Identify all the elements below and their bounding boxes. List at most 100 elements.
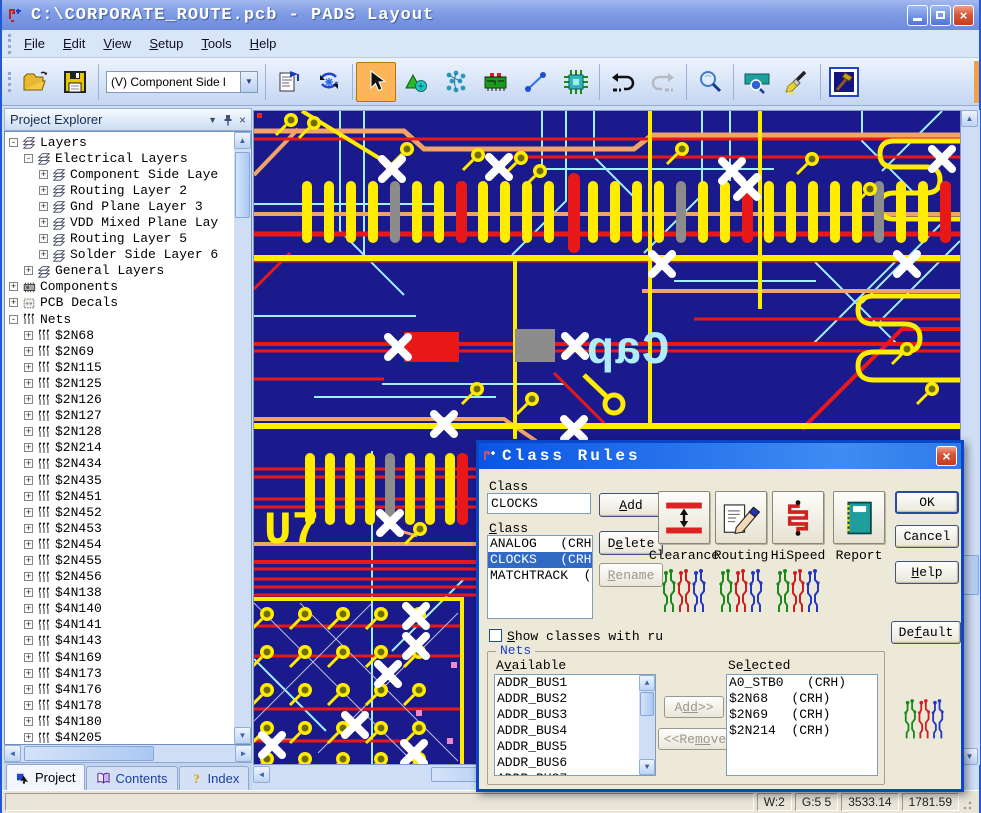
tree-item[interactable]: + $2N69 [5, 343, 234, 359]
add-class-button[interactable]: Add [599, 493, 663, 517]
tree-item[interactable]: + $4N178 [5, 697, 234, 713]
menu-item[interactable]: Setup [140, 32, 192, 55]
tree-expander[interactable]: + [9, 298, 18, 308]
select-tool-button[interactable] [356, 61, 396, 102]
resize-grip[interactable] [962, 793, 976, 811]
dialog-title-bar[interactable]: Class Rules × [479, 443, 961, 469]
tree-item[interactable]: + Component Side Laye [5, 166, 234, 182]
panel-close-icon[interactable]: × [239, 113, 246, 127]
available-listbox[interactable]: ADDR_BUS1 ADDR_BUS2 ADDR_BUS3 ADDR_BUS4 ADDR… [494, 674, 656, 776]
tree-expander[interactable]: + [39, 201, 48, 211]
menu-item[interactable]: Edit [54, 32, 94, 55]
class-list-item[interactable]: MATCHTRACK (CR [488, 568, 592, 584]
add-nets-button[interactable]: Add >> [664, 696, 724, 718]
tree-item[interactable]: + $2N126 [5, 392, 234, 408]
tree-item[interactable]: + $4N173 [5, 665, 234, 681]
scroll-left-icon[interactable]: ◄ [253, 766, 270, 783]
selected-net-item[interactable]: $2N68 (CRH) [727, 691, 877, 707]
minimize-button[interactable] [907, 4, 928, 26]
tree-expander[interactable]: + [39, 250, 48, 260]
toolbar-grip[interactable] [8, 71, 11, 92]
tree-item[interactable]: + Components [5, 279, 234, 295]
tree-item[interactable]: + $2N434 [5, 456, 234, 472]
available-net-item[interactable]: ADDR_BUS7 [495, 771, 639, 775]
tree-item[interactable]: + VDD Mixed Plane Lay [5, 214, 234, 230]
tree-item[interactable]: + $2N453 [5, 520, 234, 536]
pin-icon[interactable] [223, 114, 233, 126]
tree-item[interactable]: - Layers [5, 134, 234, 150]
tree-expander[interactable]: + [24, 716, 33, 726]
scroll-up-icon[interactable]: ▲ [961, 110, 978, 127]
board-button[interactable] [476, 62, 516, 102]
rule-button[interactable] [833, 491, 885, 544]
tree-expander[interactable]: + [24, 411, 33, 421]
close-button[interactable]: × [953, 4, 974, 26]
tree-expander[interactable]: + [9, 282, 18, 292]
dialog-close-button[interactable]: × [936, 446, 957, 466]
tree-expander[interactable]: + [24, 588, 33, 598]
tree-item[interactable]: + General Layers [5, 263, 234, 279]
tree-expander[interactable]: + [24, 604, 33, 614]
menu-item[interactable]: View [94, 32, 140, 55]
tree-item[interactable]: + $2N455 [5, 552, 234, 568]
tree-expander[interactable]: + [24, 362, 33, 372]
maximize-button[interactable] [930, 4, 951, 26]
tree-expander[interactable]: - [9, 314, 18, 324]
available-net-item[interactable]: ADDR_BUS4 [495, 723, 639, 739]
tree-expander[interactable]: + [24, 266, 33, 276]
default-button[interactable]: De f ault [891, 621, 961, 644]
scroll-down-icon[interactable]: ▼ [234, 727, 251, 744]
class-name-input[interactable]: CLOCKS [487, 493, 591, 514]
tree-expander[interactable]: + [24, 378, 33, 388]
menu-item[interactable]: File [15, 32, 54, 55]
tree-item[interactable]: + $4N141 [5, 617, 234, 633]
undo-button[interactable] [603, 62, 643, 102]
tree-item[interactable]: + Routing Layer 5 [5, 231, 234, 247]
rule-button[interactable] [658, 491, 710, 544]
tree-expander[interactable]: + [24, 539, 33, 549]
tree-expander[interactable]: + [24, 395, 33, 405]
tree-expander[interactable]: + [24, 668, 33, 678]
tree-scroll-thumb[interactable] [235, 152, 250, 218]
tree-horizontal-scrollbar[interactable]: ◄ ► [4, 745, 252, 762]
rule-button[interactable] [715, 491, 767, 544]
tree-item[interactable]: + $4N205 [5, 729, 234, 744]
save-button[interactable] [55, 62, 95, 102]
redraw-button[interactable] [309, 62, 349, 102]
tree-item[interactable]: + $2N435 [5, 472, 234, 488]
open-button[interactable] [15, 62, 55, 102]
menu-grip[interactable] [8, 33, 11, 54]
tree-vertical-scrollbar[interactable]: ▲ ▼ [234, 132, 251, 744]
tree-expander[interactable]: + [24, 700, 33, 710]
tree-expander[interactable]: + [24, 491, 33, 501]
selected-net-item[interactable]: $2N69 (CRH) [727, 707, 877, 723]
tree-expander[interactable]: + [24, 555, 33, 565]
scroll-down-icon[interactable]: ▼ [639, 759, 655, 775]
format-painter-button[interactable] [777, 62, 817, 102]
tree-item[interactable]: + $2N452 [5, 504, 234, 520]
class-list-item[interactable]: ANALOG (CRH) [488, 536, 592, 552]
tree-item[interactable]: + $2N454 [5, 536, 234, 552]
tree-item[interactable]: + $2N127 [5, 408, 234, 424]
available-net-item[interactable]: ADDR_BUS2 [495, 691, 639, 707]
tree-item[interactable]: + $4N140 [5, 601, 234, 617]
tree-item[interactable]: + $2N214 [5, 440, 234, 456]
available-net-item[interactable]: ADDR_BUS6 [495, 755, 639, 771]
tree-expander[interactable]: + [39, 185, 48, 195]
tree-item[interactable]: + Solder Side Layer 6 [5, 247, 234, 263]
tree-item[interactable]: + $4N176 [5, 681, 234, 697]
tree-item[interactable]: + Gnd Plane Layer 3 [5, 198, 234, 214]
tree-expander[interactable]: + [24, 443, 33, 453]
tree-expander[interactable]: + [39, 218, 48, 228]
tree-expander[interactable]: + [39, 169, 48, 179]
selected-net-item[interactable]: $2N214 (CRH) [727, 723, 877, 739]
tree-expander[interactable]: + [24, 636, 33, 646]
tree-expander[interactable]: + [24, 572, 33, 582]
explorer-tab[interactable]: Contents [86, 766, 178, 790]
show-classes-checkbox-row[interactable]: Show classes with ru [489, 629, 663, 644]
selected-listbox[interactable]: A0_STB0 (CRH) $2N68 (CRH) $2N69 (CRH) $2N21… [726, 674, 878, 776]
zoom-button[interactable] [690, 62, 730, 102]
menu-item[interactable]: Help [241, 32, 286, 55]
tree-item[interactable]: + $2N125 [5, 375, 234, 391]
tree-expander[interactable]: + [24, 684, 33, 694]
